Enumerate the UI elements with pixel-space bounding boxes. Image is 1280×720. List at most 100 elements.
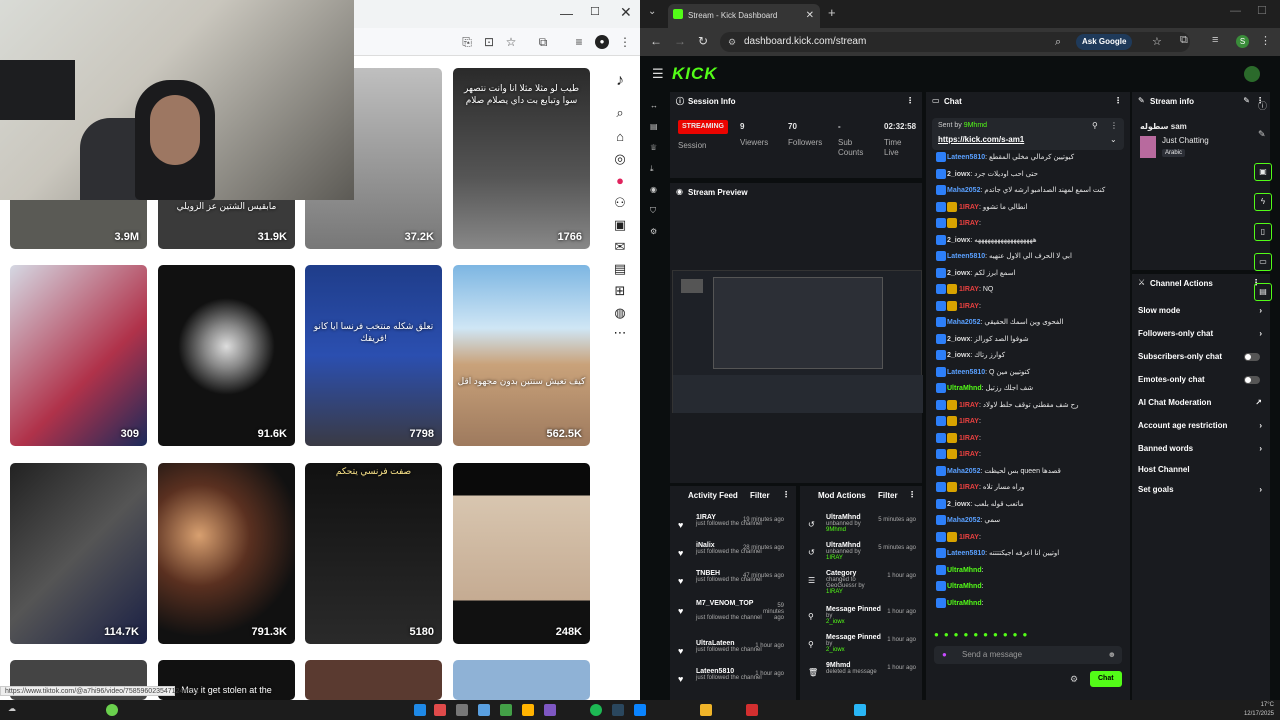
trophy-icon[interactable]: ♕ xyxy=(650,143,657,152)
app-icon[interactable] xyxy=(478,704,490,716)
app-icon[interactable] xyxy=(456,704,468,716)
zoom-icon[interactable]: ⌕ xyxy=(1055,32,1061,52)
video-tile[interactable]: كيف تعيش سنتين بدون مجهود اقل 562.5K xyxy=(453,265,590,446)
video-tile[interactable]: طيب لو مثلا مثلا انا وانت نتصهر سوا وتبا… xyxy=(453,68,590,249)
chat-username[interactable]: UltraMhnd xyxy=(947,385,982,392)
chat-username[interactable]: Maha2052 xyxy=(947,468,980,475)
action-subscribers-only[interactable]: Subscribers-only chat xyxy=(1138,352,1268,375)
inbox-icon[interactable]: ▤ xyxy=(611,260,629,278)
folder-icon[interactable] xyxy=(700,704,712,716)
chat-input[interactable]: Send a message ● ☻ xyxy=(934,646,1122,664)
chat-username[interactable]: 1IRAY xyxy=(959,435,979,442)
bookmark-star-icon[interactable]: ☆ xyxy=(504,35,518,49)
back-icon[interactable]: ← xyxy=(650,34,662,48)
chat-username[interactable]: 2_iowx xyxy=(947,237,970,244)
friends-icon[interactable]: ⚇ xyxy=(611,194,629,212)
chevron-down-icon[interactable]: ⌄ xyxy=(1110,135,1117,144)
extensions-icon[interactable]: ⧉ xyxy=(1180,34,1188,47)
chat-username[interactable]: Lateen5810 xyxy=(947,154,985,161)
edit-icon[interactable]: ✎ xyxy=(1243,96,1250,105)
close-tab-icon[interactable]: ✕ xyxy=(806,7,814,25)
live-icon[interactable]: ▣ xyxy=(611,216,629,234)
chat-username[interactable]: UltraMhnd xyxy=(947,567,982,574)
pin-icon[interactable]: ⚲ xyxy=(1092,121,1098,130)
chat-username[interactable]: 1IRAY xyxy=(959,418,979,425)
message-icon[interactable]: ▭ xyxy=(1254,253,1272,271)
video-tile[interactable]: 248K xyxy=(453,463,590,644)
action-ai-moderation[interactable]: AI Chat Moderation ↗ xyxy=(1138,398,1268,421)
chat-username[interactable]: 2_iowx xyxy=(947,171,970,178)
bookmark-star-icon[interactable]: ☆ xyxy=(1152,32,1162,52)
chat-username[interactable]: 2_iowx xyxy=(947,270,970,277)
document-icon[interactable]: ▯ xyxy=(1254,223,1272,241)
restore-icon[interactable]: ☐ xyxy=(1257,4,1267,17)
browser-tab[interactable]: Stream - Kick Dashboard ✕ xyxy=(668,4,820,28)
video-tile[interactable] xyxy=(305,660,442,700)
app-icon[interactable] xyxy=(634,704,646,716)
messages-icon[interactable]: ✉ xyxy=(611,238,629,256)
dashboard-icon[interactable]: ▤ xyxy=(650,122,658,131)
chat-username[interactable]: 2_iowx xyxy=(947,352,970,359)
site-info-icon[interactable]: ⚙ xyxy=(728,32,736,52)
chat-username[interactable]: 1IRAY xyxy=(959,204,979,211)
collapse-icon[interactable]: ↔ xyxy=(650,101,658,110)
pinned-link[interactable]: https://kick.com/s-am1 xyxy=(938,135,1024,144)
more-icon[interactable]: ⋯ xyxy=(611,324,629,342)
following-icon[interactable]: ● xyxy=(611,172,629,190)
settings-icon[interactable]: ⚙ xyxy=(650,227,657,236)
action-followers-only[interactable]: Followers-only chat › xyxy=(1138,329,1268,352)
chat-send-button[interactable]: Chat xyxy=(1090,671,1122,687)
toggle-switch[interactable] xyxy=(1244,376,1260,384)
chat-username[interactable]: 2_iowx xyxy=(947,336,970,343)
menu-dots-icon[interactable]: ⋮ xyxy=(1260,34,1271,47)
app-icon[interactable] xyxy=(106,704,118,716)
close-icon[interactable]: ✕ xyxy=(620,4,632,21)
minimize-icon[interactable]: — xyxy=(1230,5,1241,17)
clock[interactable]: 17°C 12/17/2025 xyxy=(1240,701,1274,719)
info-icon[interactable]: ⓘ xyxy=(1258,99,1267,112)
tab-list-icon[interactable]: ⌄ xyxy=(648,6,656,17)
extensions-icon[interactable]: ⧉ xyxy=(536,35,550,49)
profile-icon[interactable]: ◍ xyxy=(611,304,629,322)
chat-username[interactable]: Lateen5810 xyxy=(947,369,985,376)
menu-dots-icon[interactable]: ⋮ xyxy=(618,35,632,49)
lightning-icon[interactable]: ϟ xyxy=(1254,193,1272,211)
hamburger-menu-icon[interactable]: ☰ xyxy=(652,66,664,82)
translate-icon[interactable]: ⎘ xyxy=(460,35,474,49)
profile-avatar-icon[interactable]: ● xyxy=(595,35,609,49)
app-icon[interactable] xyxy=(746,704,758,716)
video-tile[interactable]: 114.7K xyxy=(10,463,147,644)
chat-username[interactable]: 1IRAY xyxy=(959,286,979,293)
video-tile[interactable]: 309 xyxy=(10,265,147,446)
emote-bar[interactable]: ●●●●●●●●●● xyxy=(934,630,1122,640)
minimize-icon[interactable]: — xyxy=(560,6,573,21)
kick-logo[interactable]: KICK xyxy=(672,64,718,84)
maximize-icon[interactable]: ☐ xyxy=(590,5,600,18)
new-tab-icon[interactable]: + xyxy=(828,5,836,20)
microphone-icon[interactable]: ● xyxy=(942,646,947,664)
download-icon[interactable]: ⤓ xyxy=(650,164,654,174)
steam-icon[interactable] xyxy=(612,704,624,716)
action-account-age[interactable]: Account age restriction › xyxy=(1138,421,1268,444)
home-icon[interactable]: ⌂ xyxy=(611,128,629,146)
panel-menu-icon[interactable]: ⋮ xyxy=(1114,96,1122,105)
tab-search-icon[interactable]: ≡ xyxy=(572,35,586,49)
screen-cast-icon[interactable]: ⊡ xyxy=(482,35,496,49)
filter-button[interactable]: Filter xyxy=(750,491,770,500)
chat-username[interactable]: UltraMhnd xyxy=(947,583,982,590)
toggle-switch[interactable] xyxy=(1244,353,1260,361)
app-icon[interactable] xyxy=(544,704,556,716)
emoji-icon[interactable]: ☻ xyxy=(1108,646,1116,664)
chat-settings-icon[interactable]: ⚙ xyxy=(1070,674,1078,685)
app-icon[interactable] xyxy=(854,704,866,716)
video-tile[interactable] xyxy=(453,660,590,700)
action-banned-words[interactable]: Banned words › xyxy=(1138,444,1268,467)
profile-avatar-icon[interactable]: S xyxy=(1236,35,1249,48)
panel-menu-icon[interactable]: ⋮ xyxy=(908,490,916,499)
action-slow-mode[interactable]: Slow mode › xyxy=(1138,306,1268,329)
video-tile[interactable]: تعلق شكله منتخب فرنسا ايا كانو فريقك! 779… xyxy=(305,265,442,446)
app-icon[interactable] xyxy=(434,704,446,716)
chat-username[interactable]: 1IRAY xyxy=(959,402,979,409)
chat-username[interactable]: Lateen5810 xyxy=(947,550,985,557)
chat-username[interactable]: 1IRAY xyxy=(959,220,979,227)
